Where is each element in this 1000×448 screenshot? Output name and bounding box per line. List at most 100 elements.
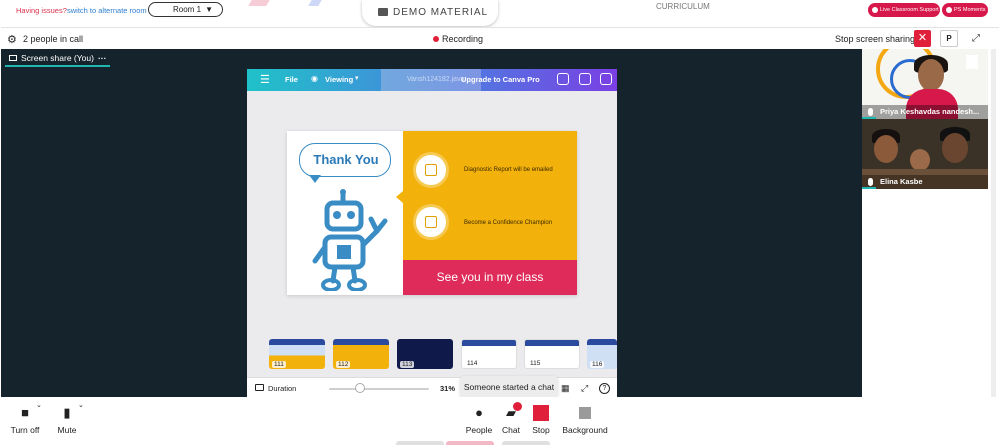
demo-material-tab[interactable]: DEMO MATERIAL bbox=[362, 0, 498, 26]
chat-notification-toast[interactable]: Someone started a chat bbox=[460, 376, 558, 398]
participant-name: Priya Keshavdas nandesh... bbox=[862, 105, 988, 119]
stop-label: Stop bbox=[532, 425, 550, 435]
gear-icon[interactable]: ⚙ bbox=[7, 33, 17, 46]
slide-number: 111 bbox=[272, 361, 286, 368]
upgrade-to-canva-pro-button[interactable]: Upgrade to Canva Pro bbox=[461, 75, 540, 84]
demo-material-label: DEMO MATERIAL bbox=[393, 7, 489, 18]
people-button[interactable]: ● People bbox=[464, 405, 494, 435]
slide-thumbnail[interactable]: 115 bbox=[524, 339, 580, 369]
slide-thumbnail[interactable]: 113 bbox=[397, 339, 453, 369]
duration-icon[interactable] bbox=[255, 384, 264, 391]
duration-label[interactable]: Duration bbox=[268, 384, 296, 393]
live-classroom-support-button[interactable]: Live Classroom Support bbox=[868, 3, 940, 17]
people-label: People bbox=[465, 425, 493, 435]
speaking-indicator bbox=[862, 187, 876, 189]
recording-status: Recording bbox=[442, 34, 484, 44]
stop-share-button[interactable]: Stop bbox=[530, 405, 552, 435]
chat-button[interactable]: ▰ Chat bbox=[500, 402, 522, 435]
speech-bubble-tail bbox=[309, 175, 321, 183]
hamburger-menu-icon[interactable]: ☰ bbox=[260, 73, 270, 86]
top-strip: Having issues? switch to alternate room … bbox=[0, 0, 1000, 26]
background-icon bbox=[579, 407, 591, 419]
caret-down-icon: ▼ bbox=[205, 5, 213, 14]
thumbnail-header bbox=[269, 339, 325, 345]
zoom-slider-track[interactable] bbox=[329, 388, 429, 390]
alternate-room-link[interactable]: switch to alternate room bbox=[67, 6, 147, 15]
share-icon[interactable] bbox=[600, 73, 612, 85]
thumbnail-header bbox=[587, 339, 617, 345]
app-root: Having issues? switch to alternate room … bbox=[0, 0, 1000, 448]
presentation-slide: Thank You Diagnostic Report will be emai… bbox=[287, 131, 577, 295]
file-menu[interactable]: File bbox=[285, 75, 298, 84]
viewing-dropdown[interactable]: Viewing bbox=[325, 75, 353, 84]
robot-illustration bbox=[312, 189, 388, 291]
chevron-down-icon[interactable]: ⌄ bbox=[78, 401, 84, 409]
slide-number: 116 bbox=[590, 361, 605, 368]
decorative-stripe bbox=[308, 0, 322, 6]
slide-thumbnail[interactable]: 111 bbox=[269, 339, 325, 369]
robot-face-icon bbox=[425, 216, 437, 228]
present-icon[interactable] bbox=[579, 73, 591, 85]
slide-info-1: Diagnostic Report will be emailed bbox=[464, 167, 553, 173]
decorative-tab bbox=[502, 441, 550, 445]
close-icon[interactable]: ✕ bbox=[914, 30, 931, 47]
eye-icon: ◉ bbox=[311, 74, 318, 83]
room-select-value: Room 1 bbox=[173, 5, 202, 14]
stop-share-icon bbox=[533, 405, 549, 421]
thumbnail-header bbox=[462, 340, 516, 346]
expand-icon[interactable]: ⤢ bbox=[967, 30, 985, 47]
stage-tab-row: Screen share (You) ··· bbox=[1, 49, 862, 67]
zoom-slider-handle[interactable] bbox=[355, 383, 365, 393]
tab-screen-share-label: Screen share (You) bbox=[21, 53, 94, 63]
ps-moments-button[interactable]: PS Moments bbox=[942, 3, 988, 17]
robot-badge-icon bbox=[413, 152, 449, 188]
watermark-text: Vansh124182.java bbox=[407, 76, 465, 83]
camera-toggle-button[interactable]: ■ Turn off bbox=[10, 405, 40, 435]
thumbnail-header bbox=[525, 340, 579, 346]
participant-face bbox=[910, 149, 930, 171]
decorative-tab bbox=[446, 441, 494, 445]
issues-text: Having issues? bbox=[16, 6, 67, 15]
participant-video-tile[interactable]: Elina Kasbe bbox=[862, 119, 988, 189]
slide-number: 114 bbox=[465, 360, 480, 367]
speech-bubble: Thank You bbox=[299, 143, 391, 177]
curriculum-tab[interactable]: CURRICULUM bbox=[656, 2, 710, 11]
participant-face bbox=[918, 59, 944, 91]
participant-video-tile[interactable]: Priya Keshavdas nandesh... bbox=[862, 49, 988, 119]
robot-face-icon bbox=[425, 164, 437, 176]
chevron-down-icon: ▾ bbox=[355, 75, 359, 82]
presenter-button[interactable]: P bbox=[940, 30, 958, 47]
participants-scrollbar[interactable] bbox=[991, 49, 996, 397]
camera-toggle-label: Turn off bbox=[10, 425, 40, 435]
chevron-down-icon[interactable]: ⌄ bbox=[36, 401, 42, 409]
more-options-icon[interactable]: ··· bbox=[98, 53, 107, 63]
mute-button[interactable]: ▮ Mute bbox=[56, 405, 78, 435]
thank-you-heading: Thank You bbox=[313, 152, 379, 167]
stop-screen-sharing-label[interactable]: Stop screen sharing bbox=[835, 34, 915, 44]
people-in-call-count: 2 people in call bbox=[23, 34, 84, 44]
tab-screen-share[interactable]: Screen share (You) ··· bbox=[5, 49, 111, 67]
brand-logo bbox=[966, 55, 978, 69]
canva-toolbar: ☰ File ◉ Viewing ▾ Vansh124182.java Upgr… bbox=[247, 69, 617, 91]
background-label: Background bbox=[562, 425, 608, 435]
background-button[interactable]: Background bbox=[562, 405, 608, 435]
slide-number: 113 bbox=[400, 361, 415, 368]
folder-icon bbox=[378, 8, 388, 16]
slide-number: 112 bbox=[336, 361, 351, 368]
slide-thumbnail[interactable]: 116 bbox=[587, 339, 617, 369]
mute-label: Mute bbox=[57, 425, 77, 435]
recording-dot-icon bbox=[433, 36, 439, 42]
slide-thumbnail[interactable]: 112 bbox=[333, 339, 389, 369]
thumbnail-header bbox=[333, 339, 389, 345]
grid-view-icon[interactable]: ▦ bbox=[561, 383, 570, 394]
participant-face bbox=[874, 135, 898, 163]
slide-number: 115 bbox=[528, 360, 543, 367]
participant-face bbox=[942, 133, 968, 163]
fullscreen-icon[interactable]: ⤢ bbox=[581, 383, 588, 394]
screen-icon bbox=[9, 55, 17, 61]
slide-cta-banner: See you in my class bbox=[403, 260, 577, 295]
help-icon[interactable]: ? bbox=[599, 383, 610, 394]
people-icon[interactable] bbox=[557, 73, 569, 85]
room-select[interactable]: Room 1 ▼ bbox=[148, 2, 223, 17]
slide-thumbnail[interactable]: 114 bbox=[461, 339, 517, 369]
